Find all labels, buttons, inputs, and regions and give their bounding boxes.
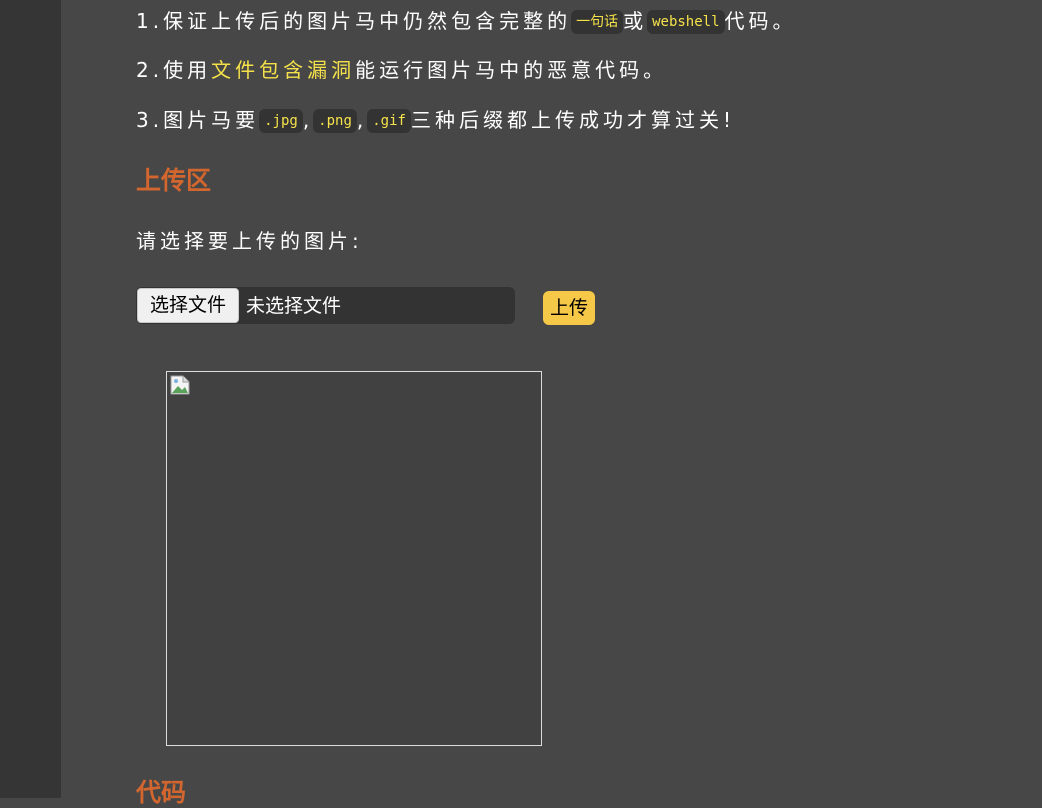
code-gif: .gif xyxy=(367,109,411,133)
code-webshell: webshell xyxy=(647,10,725,34)
choose-file-button[interactable]: 选择文件 xyxy=(137,288,239,323)
upload-section-title: 上传区 xyxy=(136,166,212,195)
image-preview xyxy=(166,371,542,746)
rule-2-prefix: 2.使用 xyxy=(136,58,212,82)
file-status-text: 未选择文件 xyxy=(246,295,342,317)
rule-3-suffix: 三种后缀都上传成功才算过关! xyxy=(410,108,735,132)
rule-3-sep-1: , xyxy=(302,108,314,132)
rule-1-prefix: 1.保证上传后的图片马中仍然包含完整的 xyxy=(136,9,572,33)
rule-2-highlight: 文件包含漏洞 xyxy=(211,58,356,82)
left-sidebar xyxy=(0,0,61,798)
file-input[interactable]: 选择文件 未选择文件 xyxy=(136,287,515,324)
code-jpg: .jpg xyxy=(259,109,303,133)
broken-image-icon xyxy=(170,375,190,395)
rule-3-prefix: 3.图片马要 xyxy=(136,108,260,132)
rule-3: 3.图片马要 .jpg, .png, .gif 三种后缀都上传成功才算过关! xyxy=(136,105,735,135)
code-png: .png xyxy=(313,109,357,133)
rule-3-sep-2: , xyxy=(356,108,368,132)
rule-1: 1.保证上传后的图片马中仍然包含完整的 一句话或 webshell 代码。 xyxy=(136,6,797,36)
rule-2: 2.使用文件包含漏洞能运行图片马中的恶意代码。 xyxy=(136,55,667,85)
code-one-liner: 一句话 xyxy=(571,10,624,34)
code-section-title: 代码 xyxy=(136,778,187,807)
rule-2-suffix: 能运行图片马中的恶意代码。 xyxy=(355,58,668,82)
rule-1-mid: 或 xyxy=(623,9,648,33)
upload-button[interactable]: 上传 xyxy=(543,291,595,325)
upload-prompt: 请选择要上传的图片: xyxy=(136,229,363,253)
rule-1-suffix: 代码。 xyxy=(724,9,797,33)
